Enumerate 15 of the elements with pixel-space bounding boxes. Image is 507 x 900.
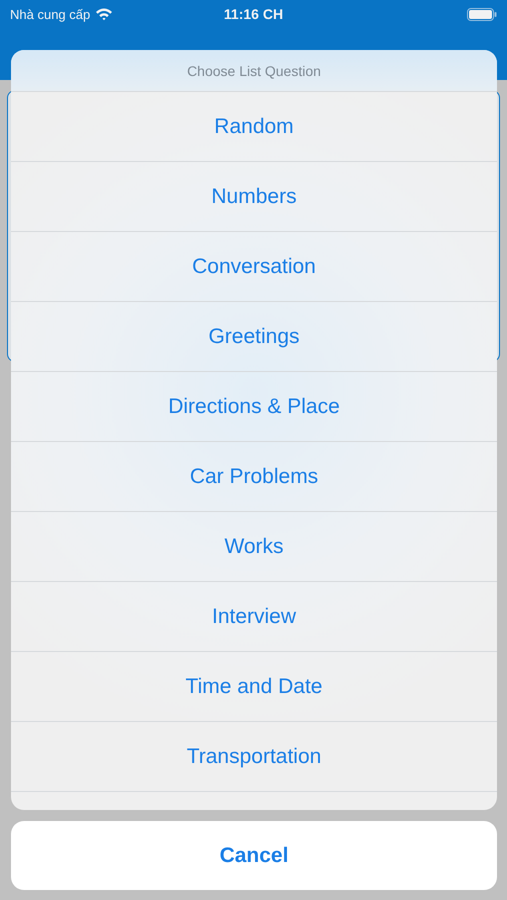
list-option[interactable]: Time and Date <box>11 652 497 722</box>
list-option[interactable]: Numbers <box>11 162 497 232</box>
list-option[interactable]: Random <box>11 92 497 162</box>
list-option[interactable]: Works <box>11 512 497 582</box>
list-option[interactable]: Greetings <box>11 302 497 372</box>
list-option[interactable]: Conversation <box>11 232 497 302</box>
list-option[interactable]: Interview <box>11 582 497 652</box>
clock-time: 11:16 CH <box>222 6 284 22</box>
carrier-name: Nhà cung cấp <box>10 6 90 22</box>
list-option[interactable]: Car Problems <box>11 442 497 512</box>
wifi-icon <box>95 7 114 21</box>
list-option[interactable]: Transportation <box>11 722 497 792</box>
cancel-button[interactable]: Cancel <box>11 821 497 890</box>
list-option[interactable]: Directions & Place <box>11 372 497 442</box>
sheet-title: Choose List Question <box>11 50 497 92</box>
